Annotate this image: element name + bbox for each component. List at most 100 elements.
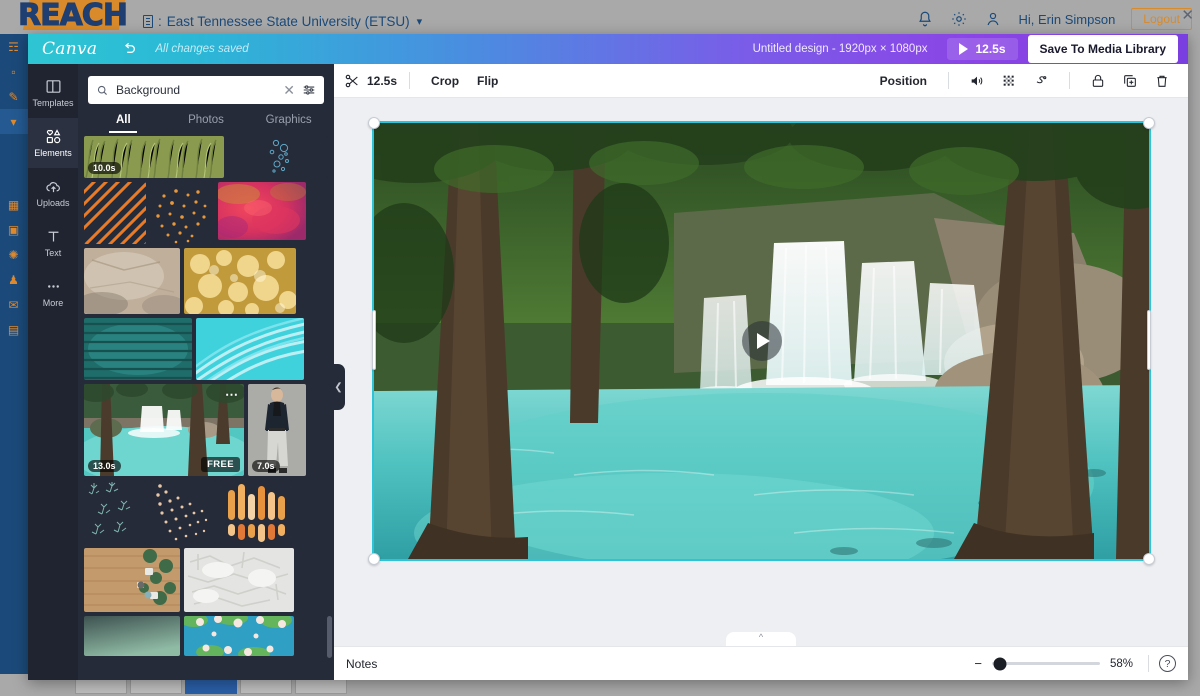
close-icon[interactable]: ✕ <box>1181 6 1194 24</box>
reach-logo[interactable]: REACH <box>18 0 126 36</box>
scissors-icon[interactable] <box>344 73 360 89</box>
element-waterfall-lagoon-video[interactable]: ⋯ 13.0s FREE <box>84 384 244 476</box>
tab-all[interactable]: All <box>82 114 165 133</box>
zoom-slider-knob[interactable] <box>994 657 1007 670</box>
person-icon[interactable] <box>984 10 1002 28</box>
rail-item-label: Templates <box>32 98 73 108</box>
element-turquoise-swirl-photo[interactable] <box>196 318 304 380</box>
rail-item-elements[interactable]: Elements <box>28 118 78 168</box>
canva-bottom-bar: Notes − 58% ? <box>334 646 1188 680</box>
element-orange-diagonal-stripes-graphic[interactable] <box>84 182 146 244</box>
calendar-icon: ▣ <box>6 223 21 237</box>
pink-grunge-artwork <box>218 182 306 240</box>
resize-handle-top-left[interactable] <box>368 117 380 129</box>
zoom-out-button[interactable]: − <box>974 657 982 670</box>
green-gradient-artwork <box>84 616 180 656</box>
element-orange-dots-scatter-graphic[interactable] <box>150 182 214 244</box>
gear-icon[interactable] <box>950 10 968 28</box>
rail-item-uploads[interactable]: Uploads <box>28 168 78 218</box>
canvas-video-object[interactable] <box>374 123 1149 559</box>
panel-collapse-button[interactable]: ❮ <box>332 364 345 410</box>
institution-selector[interactable]: : East Tennessee State University (ETSU)… <box>143 14 422 29</box>
rail-item-more[interactable]: More <box>28 268 78 318</box>
search-bar[interactable]: ✕ <box>88 76 324 104</box>
transparency-icon[interactable] <box>1001 73 1017 89</box>
notes-button[interactable]: Notes <box>346 657 377 671</box>
element-peach-dot-gradient-graphic[interactable] <box>150 480 216 544</box>
element-pink-grunge-texture-photo[interactable] <box>218 182 306 240</box>
panel-scrollbar[interactable] <box>327 616 332 658</box>
element-man-standing-wall-video[interactable]: 7.0s <box>248 384 306 476</box>
resize-handle-left[interactable] <box>372 310 376 370</box>
notes-expand-tab[interactable]: ^ <box>726 632 796 646</box>
tab-photos[interactable]: Photos <box>165 114 248 133</box>
trash-icon[interactable] <box>1154 73 1170 89</box>
host-button-primary[interactable] <box>185 678 237 694</box>
element-bubbles-graphic[interactable] <box>228 136 328 178</box>
resize-handle-top-right[interactable] <box>1143 117 1155 129</box>
bell-icon[interactable] <box>916 10 934 28</box>
zoom-slider[interactable] <box>992 662 1100 665</box>
element-blue-blossom-flatlay-photo[interactable] <box>184 616 294 656</box>
resize-handle-bottom-left[interactable] <box>368 553 380 565</box>
canvas-play-button[interactable] <box>742 321 782 361</box>
dot-scatter-artwork <box>150 182 214 244</box>
tab-graphics[interactable]: Graphics <box>247 114 330 133</box>
more-dots-icon <box>45 278 62 295</box>
help-icon[interactable]: ? <box>1159 655 1176 672</box>
canva-editor-modal: Canva All changes saved Untitled design … <box>28 34 1188 680</box>
crop-button[interactable]: Crop <box>422 70 468 92</box>
rail-item-templates[interactable]: Templates <box>28 68 78 118</box>
save-to-media-library-button[interactable]: Save To Media Library <box>1028 35 1179 63</box>
design-canvas-area[interactable]: ↻ ^ <box>334 98 1188 646</box>
inbox-icon: ▫ <box>6 65 21 79</box>
host-button-row <box>75 678 347 694</box>
capsules-artwork <box>220 480 292 544</box>
building-icon <box>143 15 153 28</box>
host-button[interactable] <box>295 678 347 694</box>
rail-item-text[interactable]: Text <box>28 218 78 268</box>
lock-icon[interactable] <box>1090 73 1106 89</box>
diagonal-stripes-artwork <box>84 182 146 244</box>
element-grass-field-video[interactable]: 10.0s <box>84 136 224 178</box>
host-button[interactable] <box>75 678 127 694</box>
volume-icon[interactable] <box>969 73 985 89</box>
resize-handle-bottom-right[interactable] <box>1143 553 1155 565</box>
animate-icon[interactable] <box>1033 73 1049 89</box>
element-gold-bokeh-lights-photo[interactable] <box>184 248 296 314</box>
clear-x-icon[interactable]: ✕ <box>283 82 295 99</box>
concrete-texture-artwork <box>84 248 180 314</box>
host-button[interactable] <box>240 678 292 694</box>
design-title[interactable]: Untitled design - 1920px × 1080px <box>753 43 928 55</box>
flip-button[interactable]: Flip <box>468 70 507 92</box>
canva-logo[interactable]: Canva <box>42 39 97 59</box>
resize-handle-right[interactable] <box>1147 310 1151 370</box>
grid-row <box>84 248 328 314</box>
institution-prefix: : <box>158 14 162 29</box>
search-icon <box>96 84 109 97</box>
element-wood-plants-flatlay-photo[interactable] <box>84 548 180 612</box>
monitor-icon: ▤ <box>6 323 21 337</box>
undo-icon[interactable] <box>121 41 137 57</box>
element-free-badge: FREE <box>201 457 240 472</box>
rail-item-label: Uploads <box>36 198 69 208</box>
chevron-down-icon: ▾ <box>417 15 423 28</box>
element-beige-concrete-texture-photo[interactable] <box>84 248 180 314</box>
plaster-texture-artwork <box>184 548 294 612</box>
host-top-bar-actions: Hi, Erin Simpson Logout <box>916 8 1192 30</box>
duplicate-icon[interactable] <box>1122 73 1138 89</box>
search-input[interactable] <box>116 83 276 97</box>
preview-play-button[interactable]: 12.5s <box>947 38 1017 60</box>
element-orange-capsule-pattern-graphic[interactable] <box>220 480 292 544</box>
institution-name: East Tennessee State University (ETSU) <box>167 14 410 29</box>
element-green-gradient-texture-photo[interactable] <box>84 616 180 656</box>
element-more-dots-icon[interactable]: ⋯ <box>225 387 239 403</box>
element-teal-striped-texture-photo[interactable] <box>84 318 192 380</box>
filter-sliders-icon[interactable] <box>302 83 316 97</box>
element-teal-coral-sprigs-graphic[interactable] <box>84 480 146 544</box>
element-white-plaster-texture-photo[interactable] <box>184 548 294 612</box>
host-button[interactable] <box>130 678 182 694</box>
play-icon <box>959 43 968 55</box>
element-duration-badge: 13.0s <box>88 460 121 472</box>
position-button[interactable]: Position <box>871 70 936 92</box>
